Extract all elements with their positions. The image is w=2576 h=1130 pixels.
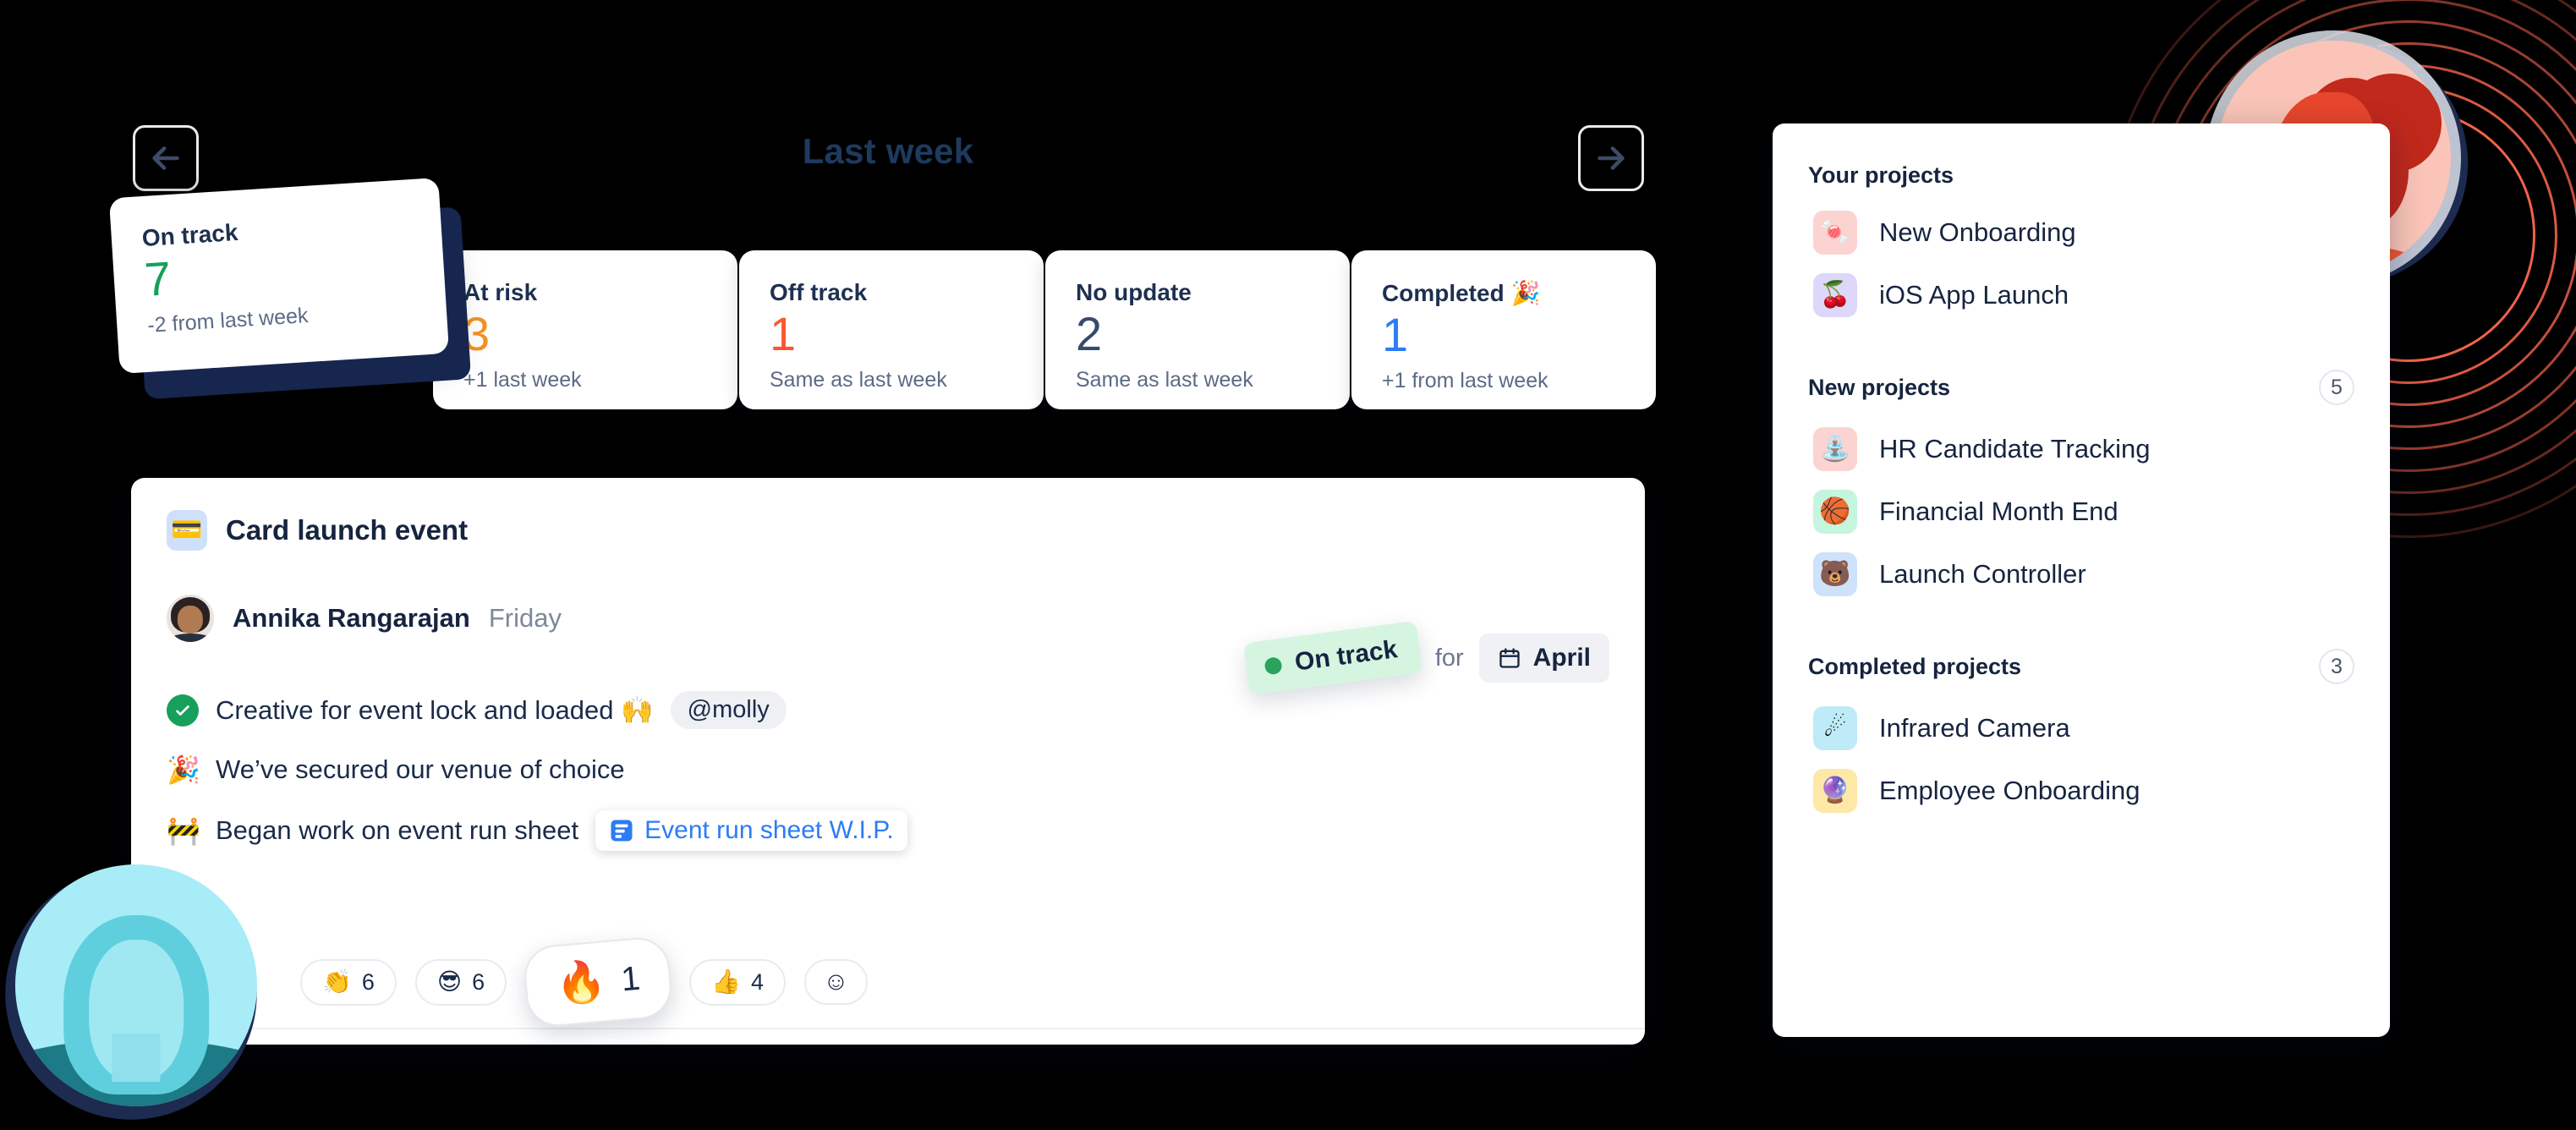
project-title: Card launch event xyxy=(226,514,469,546)
for-label: for xyxy=(1434,644,1464,672)
credit-card-icon: 💳 xyxy=(167,510,207,551)
status-group: On track for April xyxy=(1242,620,1609,696)
sunglasses-icon: 😎 xyxy=(436,968,463,995)
document-icon xyxy=(611,820,633,842)
section-count-badge: 3 xyxy=(2319,649,2354,684)
status-card-no-update[interactable]: No update 2 Same as last week xyxy=(1045,250,1350,409)
status-card-label: At risk xyxy=(463,279,538,305)
fountain-icon: ⛲ xyxy=(1813,427,1857,471)
status-card-count: 2 xyxy=(1076,307,1103,360)
list-item[interactable]: 🔮 Employee Onboarding xyxy=(1813,769,2354,813)
document-link-label: Event run sheet W.I.P. xyxy=(644,816,894,844)
candy-icon: 🍬 xyxy=(1813,211,1857,255)
add-reaction-button[interactable]: ☺ xyxy=(804,959,868,1005)
reaction-count: 1 xyxy=(619,959,642,998)
construction-icon: 🚧 xyxy=(167,815,200,846)
section-title: Completed projects xyxy=(1808,653,2022,679)
update-date: Friday xyxy=(488,603,562,633)
list-item[interactable]: 🍒 iOS App Launch xyxy=(1813,273,2354,317)
reaction-clap[interactable]: 👏 6 xyxy=(300,958,397,1006)
status-card-completed[interactable]: Completed 🎉 1 +1 from last week xyxy=(1351,250,1656,409)
status-update-card: 💳 Card launch event Annika Rangarajan Fr… xyxy=(131,478,1645,1045)
section-header-completed-projects: Completed projects 3 xyxy=(1808,649,2354,684)
project-label: Financial Month End xyxy=(1879,496,2118,526)
comet-icon: ☄ xyxy=(1813,706,1857,750)
status-card-delta: Same as last week xyxy=(770,367,947,392)
reaction-bar: 👏 6 😎 6 🔥 1 👍 4 ☺ xyxy=(300,935,868,1029)
list-item[interactable]: 🏀 Financial Month End xyxy=(1813,490,2354,534)
project-label: Infrared Camera xyxy=(1879,713,2070,743)
document-link-chip[interactable]: Event run sheet W.I.P. xyxy=(595,810,907,851)
reaction-fire[interactable]: 🔥 1 xyxy=(522,935,675,1029)
bullet-text: Creative for event lock and loaded 🙌 xyxy=(216,695,654,725)
section-header-new-projects: New projects 5 xyxy=(1808,370,2354,405)
cherries-icon: 🍒 xyxy=(1813,273,1857,317)
status-card-delta: Same as last week xyxy=(1076,367,1253,392)
crystal-ball-icon: 🔮 xyxy=(1813,769,1857,813)
status-card-delta: -2 from last week xyxy=(146,303,310,337)
basketball-icon: 🏀 xyxy=(1813,490,1857,534)
author-name: Annika Rangarajan xyxy=(233,603,470,633)
thumbs-up-icon: 👍 xyxy=(711,968,742,995)
section-title: Your projects xyxy=(1808,162,1954,188)
status-badge-label: On track xyxy=(1293,635,1400,677)
status-card-delta: +1 last week xyxy=(463,367,582,392)
status-card-label: Completed 🎉 xyxy=(1382,280,1541,306)
fire-icon: 🔥 xyxy=(553,958,609,1008)
status-card-on-track[interactable]: On track 7 -2 from last week xyxy=(108,177,450,375)
update-card-header: 💳 Card launch event xyxy=(131,478,1645,551)
reaction-count: 6 xyxy=(361,968,375,995)
list-item: 🎉 We’ve secured our venue of choice xyxy=(167,754,1609,785)
project-label: New Onboarding xyxy=(1879,217,2076,247)
status-card-count: 1 xyxy=(770,307,797,360)
avatar xyxy=(167,595,214,642)
list-item: 🚧 Began work on event run sheet Event ru… xyxy=(167,810,1609,851)
projects-panel: Your projects 🍬 New Onboarding 🍒 iOS App… xyxy=(1773,123,2390,1037)
status-card-at-risk[interactable]: At risk 3 +1 last week xyxy=(433,250,737,409)
list-item[interactable]: ⛲ HR Candidate Tracking xyxy=(1813,427,2354,471)
reaction-sunglasses[interactable]: 😎 6 xyxy=(414,958,507,1006)
smiley-icon: ☺ xyxy=(823,968,849,996)
calendar-icon xyxy=(1499,648,1520,668)
update-bullet-list: Creative for event lock and loaded 🙌 @mo… xyxy=(167,691,1609,851)
status-card-label: Off track xyxy=(770,279,868,305)
status-card-count: 1 xyxy=(1382,308,1409,361)
reaction-count: 4 xyxy=(751,968,765,995)
list-item[interactable]: ☄ Infrared Camera xyxy=(1813,706,2354,750)
section-header-your-projects: Your projects xyxy=(1808,162,2354,189)
list-item[interactable]: 🐻 Launch Controller xyxy=(1813,552,2354,596)
month-label: April xyxy=(1532,644,1591,672)
clap-icon: 👏 xyxy=(322,968,352,995)
check-circle-icon xyxy=(167,694,199,727)
bullet-text: We’ve secured our venue of choice xyxy=(216,754,625,784)
project-label: HR Candidate Tracking xyxy=(1879,434,2151,464)
app-canvas: Last week On track 7 -2 from last week A… xyxy=(0,0,2576,1130)
list-item[interactable]: 🍬 New Onboarding xyxy=(1813,211,2354,255)
status-card-count: 3 xyxy=(463,307,491,360)
reaction-count: 6 xyxy=(472,968,485,995)
party-popper-icon: 🎉 xyxy=(167,754,200,785)
bullet-text: Began work on event run sheet xyxy=(216,815,579,845)
project-label: Employee Onboarding xyxy=(1879,776,2140,805)
status-card-label: No update xyxy=(1076,279,1192,305)
status-card-delta: +1 from last week xyxy=(1382,368,1548,392)
project-label: Launch Controller xyxy=(1879,559,2086,589)
divider xyxy=(131,1028,1645,1029)
week-title: Last week xyxy=(802,131,974,171)
project-label: iOS App Launch xyxy=(1879,280,2069,310)
month-pill[interactable]: April xyxy=(1478,634,1609,683)
section-title: New projects xyxy=(1808,374,1951,400)
update-card-body: Annika Rangarajan Friday On track for Ap… xyxy=(131,595,1645,1029)
reaction-thumbs-up[interactable]: 👍 4 xyxy=(689,958,787,1006)
mention-chip[interactable]: @molly xyxy=(670,691,787,729)
status-card-off-track[interactable]: Off track 1 Same as last week xyxy=(739,250,1044,409)
status-badge-on-track[interactable]: On track xyxy=(1242,620,1422,696)
list-item: Creative for event lock and loaded 🙌 @mo… xyxy=(167,691,1609,729)
bear-icon: 🐻 xyxy=(1813,552,1857,596)
status-dot-icon xyxy=(1263,656,1283,676)
section-count-badge: 5 xyxy=(2319,370,2354,405)
